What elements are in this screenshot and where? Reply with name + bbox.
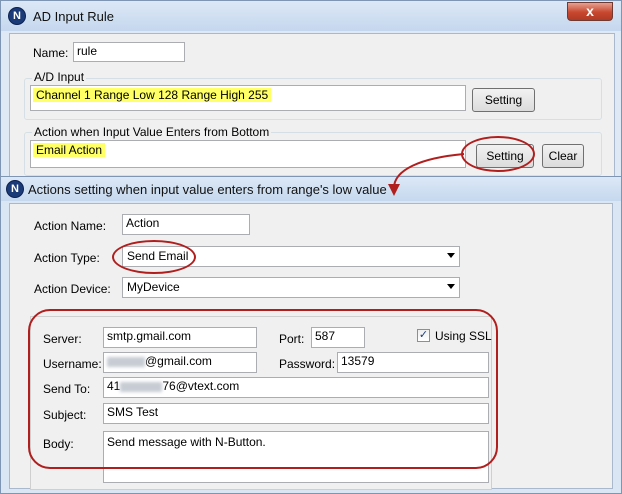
action-device-value: MyDevice	[127, 280, 180, 294]
annotation-arrow	[388, 153, 465, 196]
ad-input-group-label: A/D Input	[32, 70, 87, 84]
window-title: AD Input Rule	[33, 9, 114, 24]
close-button[interactable]: x	[567, 2, 613, 21]
action-device-label: Action Device:	[34, 282, 111, 296]
ad-input-display: Channel 1 Range Low 128 Range High 255	[30, 85, 466, 111]
dialog-title-bar: N Actions setting when input value enter…	[1, 177, 621, 201]
chevron-down-icon	[447, 284, 455, 289]
action-type-label: Action Type:	[34, 251, 100, 265]
action-name-label: Action Name:	[34, 219, 107, 233]
title-bar: N AD Input Rule x	[1, 1, 621, 31]
name-field[interactable]: rule	[73, 42, 185, 62]
action-group-label: Action when Input Value Enters from Bott…	[32, 125, 272, 139]
chevron-down-icon	[447, 253, 455, 258]
ad-input-setting-button[interactable]: Setting	[472, 88, 535, 112]
name-label: Name:	[33, 46, 69, 60]
annotation-rounded-email-panel	[28, 309, 498, 469]
app-icon: N	[8, 7, 26, 25]
action-device-select[interactable]: MyDevice	[122, 277, 460, 298]
annotation-ellipse-send-email	[112, 240, 196, 274]
dialog-app-icon: N	[6, 180, 24, 198]
action-value: Email Action	[33, 143, 106, 157]
action-name-field[interactable]: Action	[122, 214, 250, 235]
dialog-title: Actions setting when input value enters …	[28, 182, 387, 197]
ad-input-value: Channel 1 Range Low 128 Range High 255	[33, 88, 272, 102]
clear-button[interactable]: Clear	[542, 144, 584, 168]
